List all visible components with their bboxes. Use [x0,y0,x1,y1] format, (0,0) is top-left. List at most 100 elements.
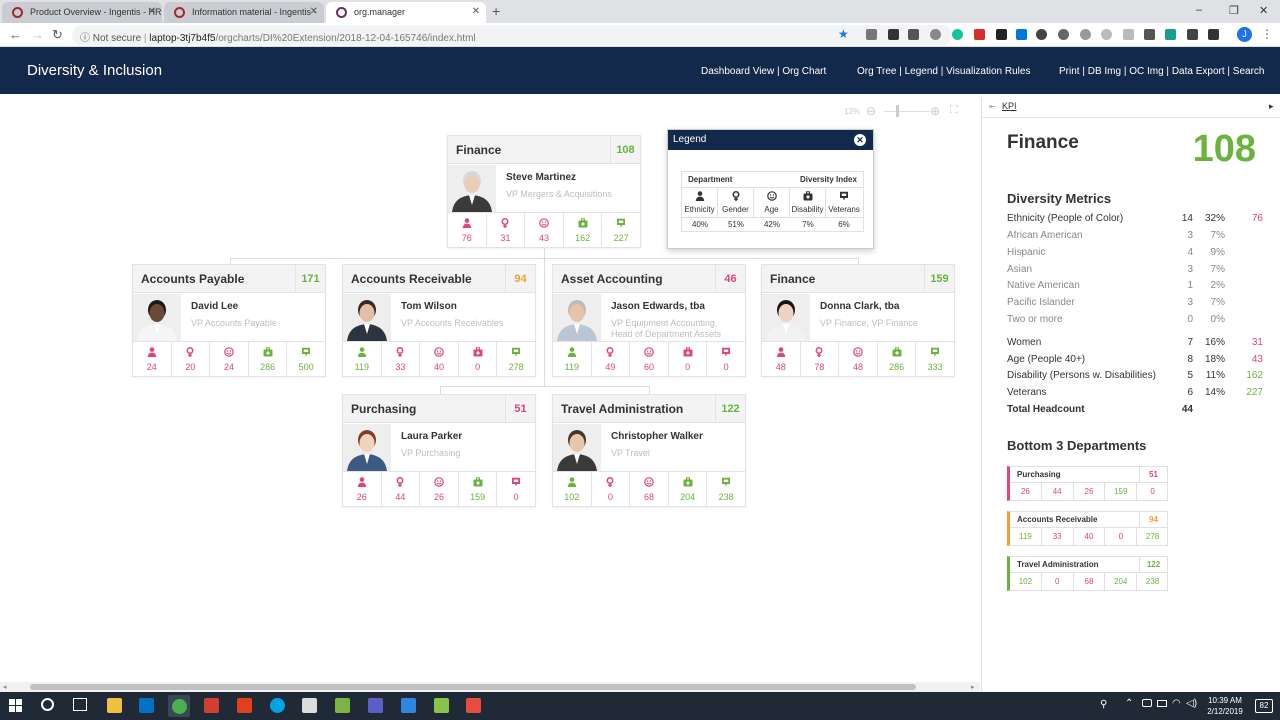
tray-up-icon[interactable]: ⌃ [1125,698,1133,709]
taskbar-clock[interactable]: 10:39 AM 2/12/2019 [1200,695,1250,717]
metric-cell[interactable]: 0 [497,472,535,507]
metric-cell[interactable]: 0 [707,342,745,377]
scroll-right-icon[interactable]: ▸ [971,683,975,691]
volume-icon[interactable]: ◁) [1186,698,1197,709]
person-name[interactable]: David Lee [191,301,238,312]
org-card-asset-accounting[interactable]: Asset Accounting 46 Jason Edwards, tba V… [552,264,746,377]
org-card-accounts-payable[interactable]: Accounts Payable 171 David Lee VP Accoun… [132,264,326,377]
search-icon[interactable] [41,698,54,711]
skype-icon[interactable] [270,698,285,713]
person-tray-icon[interactable]: ⚲ [1100,699,1107,710]
zoom-out-icon[interactable]: ⊖ [866,104,876,118]
metric-cell[interactable]: 333 [916,342,954,377]
file-explorer-icon[interactable] [107,698,122,713]
metric-cell[interactable]: 20 [172,342,211,377]
metric-cell[interactable]: 204 [669,472,708,507]
back-icon[interactable]: ← [9,27,22,42]
org-card-travel-administration[interactable]: Travel Administration 122 Christopher Wa… [552,394,746,507]
metric-cell[interactable]: 162 [564,213,603,248]
metric-cell[interactable]: 286 [878,342,917,377]
metric-cell[interactable]: 0 [459,342,498,377]
extension-icon[interactable] [888,29,899,40]
extension-icon[interactable] [1080,29,1091,40]
teams-icon[interactable] [368,698,383,713]
close-tab-icon[interactable]: ✕ [310,6,318,17]
metric-cell[interactable]: 48 [839,342,878,377]
maximize-button[interactable]: ❐ [1229,4,1239,17]
extension-icon[interactable] [1123,29,1134,40]
extension-icon[interactable] [1036,29,1047,40]
fit-screen-icon[interactable]: ⛶ [950,104,958,117]
app-icon[interactable] [466,698,481,713]
org-card-purchasing[interactable]: Purchasing 51 Laura Parker VP Purchasing… [342,394,536,507]
bottom-dept-card[interactable]: Accounts Receivable 94 119 33 40 0 278 [1007,511,1168,546]
kpi-collapse-icon[interactable]: ⇤ [989,102,996,111]
url-field[interactable]: ⓘ Not secure | laptop-3tj7b4f5/orgcharts… [72,25,952,45]
bookmark-star-icon[interactable]: ★ [838,27,849,41]
zoom-slider-handle[interactable] [896,105,899,117]
metric-cell[interactable]: 500 [287,342,325,377]
browser-tab[interactable]: Information material - Ingentis - ✕ [164,2,324,23]
metric-cell[interactable]: 33 [382,342,421,377]
metric-cell[interactable]: 24 [210,342,249,377]
battery-icon[interactable] [1157,700,1167,707]
sharepoint-icon[interactable] [401,698,416,713]
close-tab-icon[interactable]: ✕ [148,6,156,17]
zoom-slider-track[interactable] [884,111,930,112]
app-icon[interactable] [434,698,449,713]
metric-cell[interactable]: 0 [592,472,631,507]
metric-cell[interactable]: 44 [382,472,421,507]
pocket-icon[interactable] [908,29,919,40]
app-icon[interactable] [204,698,219,713]
zoom-in-icon[interactable]: ⊕ [930,104,940,118]
nav-print-export-search[interactable]: Print | DB Img | OC Img | Data Export | … [1059,66,1264,77]
person-name[interactable]: Tom Wilson [401,301,457,312]
metric-cell[interactable]: 119 [553,342,592,377]
video-editor-icon[interactable] [302,698,317,713]
scrollbar-thumb[interactable] [30,684,916,690]
outlook-icon[interactable] [139,698,154,713]
extension-icon[interactable] [1058,29,1069,40]
metric-cell[interactable]: 49 [592,342,631,377]
metric-cell[interactable]: 60 [630,342,669,377]
forward-icon[interactable]: → [31,27,44,42]
windows-start-icon[interactable] [9,699,22,712]
notifications-icon[interactable]: 82 [1255,699,1273,713]
metric-cell[interactable]: 26 [343,472,382,507]
close-legend-icon[interactable]: ✕ [854,134,866,146]
metric-cell[interactable]: 0 [669,342,708,377]
camtasia-icon[interactable] [335,698,350,713]
grammarly-icon[interactable] [952,29,963,40]
extension-icon[interactable] [1165,29,1176,40]
metric-cell[interactable]: 48 [762,342,801,377]
browser-tab[interactable]: Product Overview - Ingentis - HR ✕ [2,2,162,23]
task-view-icon[interactable] [73,698,87,711]
metric-cell[interactable]: 26 [420,472,459,507]
person-name[interactable]: Steve Martinez [506,172,576,183]
metric-cell[interactable]: 238 [707,472,745,507]
browser-tab-active[interactable]: org.manager ✕ [326,2,486,23]
menu-icon[interactable]: ⋮ [1261,27,1273,41]
app-icon[interactable] [237,698,252,713]
person-name[interactable]: Donna Clark, tba [820,301,899,312]
metric-cell[interactable]: 78 [801,342,840,377]
extension-icon[interactable] [866,29,877,40]
new-tab-button[interactable]: + [492,3,500,19]
metric-cell[interactable]: 68 [630,472,669,507]
extension-icon[interactable] [1208,29,1219,40]
org-card-finance-root[interactable]: Finance 108 Steve Martinez VP Mergers & … [447,135,641,248]
close-tab-icon[interactable]: ✕ [472,6,480,17]
network-icon[interactable]: ◠ [1172,698,1181,709]
extension-icon[interactable] [930,29,941,40]
person-name[interactable]: Christopher Walker [611,431,703,442]
metric-cell[interactable]: 286 [249,342,288,377]
reload-icon[interactable]: ↻ [52,27,63,43]
extension-icon[interactable] [1101,29,1112,40]
bottom-dept-card[interactable]: Travel Administration 122 102 0 68 204 238 [1007,556,1168,591]
metric-cell[interactable]: 31 [487,213,526,248]
close-window-button[interactable]: ✕ [1259,4,1268,17]
metric-cell[interactable]: 159 [459,472,498,507]
metric-cell[interactable]: 43 [525,213,564,248]
org-card-accounts-receivable[interactable]: Accounts Receivable 94 Tom Wilson VP Acc… [342,264,536,377]
org-card-finance-sub[interactable]: Finance 159 Donna Clark, tba VP Finance,… [761,264,955,377]
